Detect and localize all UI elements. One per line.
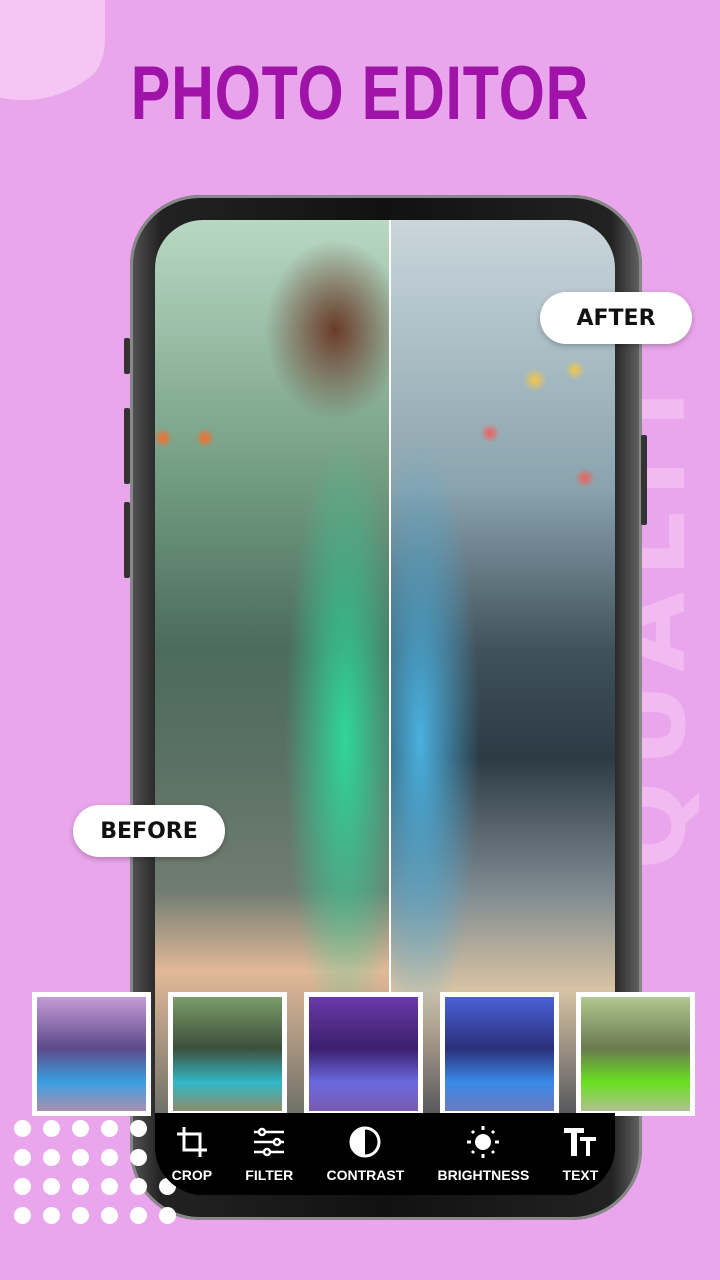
tool-crop[interactable]: CROP <box>172 1125 212 1183</box>
filter-thumbnails <box>32 992 695 1116</box>
dot <box>130 1120 147 1137</box>
dot <box>101 1149 118 1166</box>
dot <box>14 1149 31 1166</box>
tool-brightness[interactable]: BRIGHTNESS <box>437 1125 530 1183</box>
after-photo <box>390 220 615 1115</box>
tool-label: BRIGHTNESS <box>437 1167 530 1183</box>
tool-contrast[interactable]: CONTRAST <box>326 1125 405 1183</box>
contrast-icon <box>349 1126 381 1158</box>
dot <box>130 1178 147 1195</box>
phone-side-button <box>124 338 130 374</box>
page-title: PHOTO EDITOR <box>130 51 590 136</box>
dot <box>43 1120 60 1137</box>
tool-label: FILTER <box>245 1167 294 1183</box>
dot <box>130 1149 147 1166</box>
dot <box>101 1120 118 1137</box>
dot <box>101 1178 118 1195</box>
before-label: BEFORE <box>73 805 225 857</box>
dot <box>72 1149 89 1166</box>
dot <box>14 1178 31 1195</box>
tool-text[interactable]: TEXT <box>562 1125 599 1183</box>
phone-power-button <box>641 435 647 525</box>
filter-thumbnail-blue[interactable] <box>440 992 559 1116</box>
text-icon <box>564 1128 597 1156</box>
brightness-icon <box>467 1126 500 1158</box>
filter-icon <box>254 1127 285 1157</box>
filter-thumbnail-purple[interactable] <box>304 992 423 1116</box>
crop-icon <box>176 1127 207 1157</box>
dot <box>43 1207 60 1224</box>
compare-slider[interactable] <box>389 220 391 1115</box>
dot <box>72 1207 89 1224</box>
dot <box>159 1207 176 1224</box>
dot <box>14 1120 31 1137</box>
tool-label: TEXT <box>562 1167 599 1183</box>
dot <box>130 1207 147 1224</box>
decorative-dots <box>14 1120 176 1224</box>
filter-thumbnail-green[interactable] <box>576 992 695 1116</box>
tool-label: CROP <box>171 1167 213 1183</box>
dot <box>101 1207 118 1224</box>
filter-thumbnail-original[interactable] <box>32 992 151 1116</box>
dot <box>43 1178 60 1195</box>
dot <box>14 1207 31 1224</box>
after-label: AFTER <box>540 292 692 344</box>
tool-filter[interactable]: FILTER <box>245 1125 293 1183</box>
before-photo <box>155 220 390 1115</box>
dot <box>43 1149 60 1166</box>
phone-volume-down <box>124 502 130 578</box>
tool-label: CONTRAST <box>326 1167 405 1183</box>
dot <box>72 1178 89 1195</box>
editor-toolbar: CROP FILTER CONTRAST BRIGHTNESS TEXT <box>155 1113 615 1195</box>
phone-volume-up <box>124 408 130 484</box>
dot <box>72 1120 89 1137</box>
filter-thumbnail-warm[interactable] <box>168 992 287 1116</box>
